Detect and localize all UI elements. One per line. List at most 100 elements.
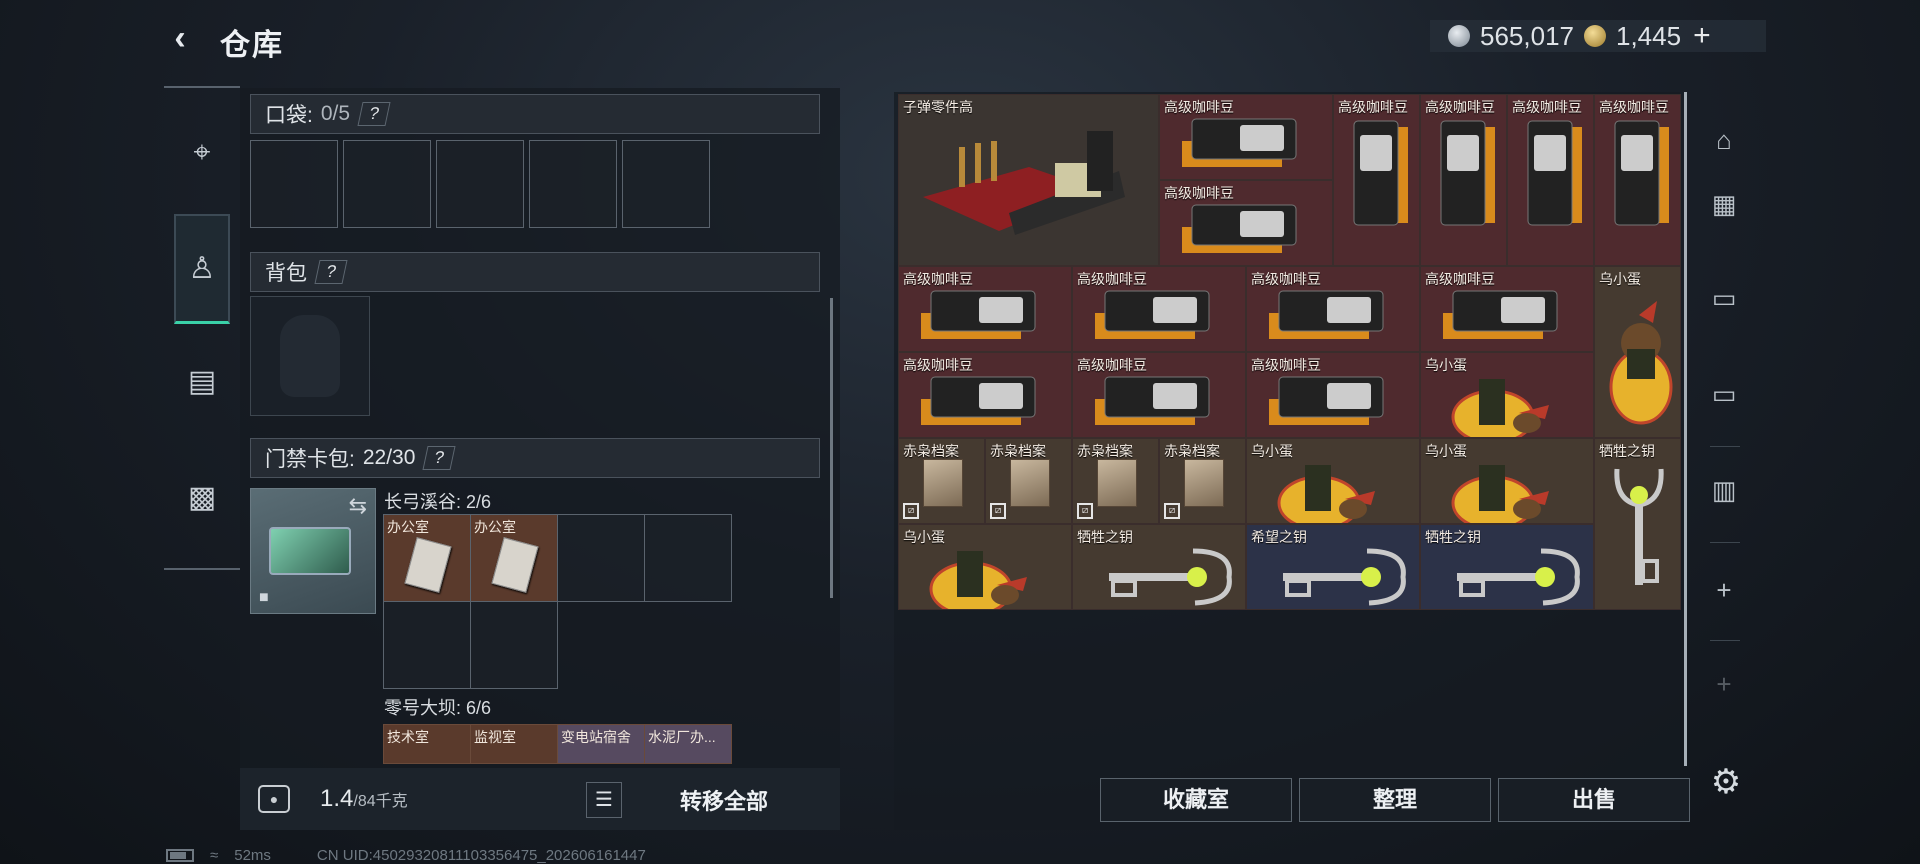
pocket-slot[interactable] [436, 140, 524, 228]
folder-add-iv-icon[interactable]: ▭ [1702, 372, 1746, 416]
transfer-all-button[interactable]: 转移全部 [680, 784, 768, 816]
stash-item[interactable]: ⧄ 赤枭档案 [898, 438, 985, 524]
stash-item-label: 乌小蛋 [1425, 357, 1467, 373]
keycard-slot[interactable]: 办公室 [383, 514, 471, 602]
sell-button[interactable]: 出售 [1498, 778, 1690, 822]
stash-tab-bar: ⌂ ▦ ▭ ▭ ▥ + + [1684, 92, 1752, 830]
inventory-tool-icon[interactable]: ▥ [1702, 468, 1746, 512]
coffee-bag-icon [1524, 117, 1584, 227]
keycard-slot[interactable]: 技术室 [383, 724, 471, 764]
keycard-slot[interactable]: 变电站宿舍 [557, 724, 645, 764]
keycard-slot[interactable]: 水泥厂办... [644, 724, 732, 764]
backpack-slot[interactable] [250, 296, 370, 416]
sort-button[interactable]: 整理 [1299, 778, 1491, 822]
coffee-bag-icon [1178, 113, 1298, 173]
stash-item[interactable]: 高级咖啡豆 [1420, 94, 1507, 266]
ammo-crate-icon [919, 127, 1129, 237]
stash-item-label: 高级咖啡豆 [1425, 99, 1495, 115]
stash-item-label: 赤枭档案 [990, 443, 1046, 459]
keycard-slot[interactable] [470, 601, 558, 689]
pocket-slot[interactable] [343, 140, 431, 228]
stash-item[interactable]: 高级咖啡豆 [1507, 94, 1594, 266]
stash-item[interactable]: 牺牲之钥 [1594, 438, 1681, 610]
stash-item[interactable]: 高级咖啡豆 [1072, 266, 1246, 352]
list-button[interactable]: ☰ [586, 782, 622, 818]
add-tab-icon[interactable]: + [1702, 662, 1746, 706]
stash-scrollbar[interactable] [1684, 92, 1687, 766]
stash-item[interactable]: 乌小蛋 [1594, 266, 1681, 438]
storage-icon[interactable]: ⌂ [1702, 118, 1746, 162]
pocket-count: 0/5 [320, 102, 351, 125]
page-title: 仓库 [220, 29, 284, 62]
keycard-slot[interactable] [557, 514, 645, 602]
pocket-help-button[interactable]: ? [357, 102, 391, 126]
stash-item[interactable]: 高级咖啡豆 [1246, 352, 1420, 438]
backpack-help-button[interactable]: ? [314, 260, 348, 284]
unlock-icon: ⧄ [903, 503, 919, 519]
pocket-slot[interactable] [622, 140, 710, 228]
stash-item-label: 高级咖啡豆 [1164, 99, 1234, 115]
add-tab-icon[interactable]: + [1702, 568, 1746, 612]
stash-item[interactable]: 乌小蛋 [1246, 438, 1420, 524]
stash-item[interactable]: 高级咖啡豆 [1594, 94, 1681, 266]
stash-item[interactable]: ⧄ 赤枭档案 [985, 438, 1072, 524]
collection-room-button[interactable]: 收藏室 [1100, 778, 1292, 822]
stash-item[interactable]: 子弹零件高 [898, 94, 1159, 266]
backpack-icon: ♙ [188, 252, 216, 285]
frame-icon[interactable]: ▦ [1702, 182, 1746, 226]
egg-toy-icon [1449, 375, 1555, 437]
coffee-bag-icon [1611, 117, 1671, 227]
coffee-bag-icon [1350, 117, 1410, 227]
unlock-icon: ⧄ [1164, 503, 1180, 519]
stash-item[interactable]: ⧄ 赤枭档案 [1072, 438, 1159, 524]
stash-item[interactable]: 牺牲之钥 [1420, 524, 1594, 610]
folder-iv-icon[interactable]: ▭ [1702, 276, 1746, 320]
coffee-bag-icon [1091, 371, 1211, 431]
keycard-bag-help-button[interactable]: ? [422, 446, 456, 470]
tab-backpack[interactable]: ♙ [174, 214, 230, 324]
weight-capacity: /84千克 [353, 793, 408, 810]
back-arrow-icon[interactable]: ‹ [162, 20, 198, 56]
gear-icon[interactable]: ⚙ [1708, 764, 1744, 800]
stash-item-label: 高级咖啡豆 [1338, 99, 1408, 115]
pocket-slot[interactable] [250, 140, 338, 228]
status-bar: ≈ 52ms CN UID:450293208111033564​75_2026… [166, 846, 646, 864]
stash-item-label: 赤枭档案 [903, 443, 959, 459]
tab-weapons[interactable]: ⌖ [174, 118, 230, 188]
keycard-slot[interactable]: 办公室 [470, 514, 558, 602]
keycard-bag-header: 门禁卡包: 22/30 ? [250, 438, 820, 478]
stash-item-label: 乌小蛋 [903, 529, 945, 545]
unlock-icon: ⧄ [1077, 503, 1093, 519]
stash-item-label: 希望之钥 [1251, 529, 1307, 545]
keycard-slot[interactable] [644, 514, 732, 602]
stash-item[interactable]: 高级咖啡豆 [1159, 94, 1333, 180]
keycard-slot-label: 办公室 [474, 519, 516, 535]
pocket-slot[interactable] [529, 140, 617, 228]
stash-item[interactable]: 高级咖啡豆 [1420, 266, 1594, 352]
left-scrollbar[interactable] [830, 298, 833, 598]
stash-item[interactable]: 高级咖啡豆 [1159, 180, 1333, 266]
tab-chest-rig[interactable]: ▤ [174, 346, 230, 416]
stash-item-label: 牺牲之钥 [1599, 443, 1655, 459]
stash-item[interactable]: 牺牲之钥 [1072, 524, 1246, 610]
stash-item[interactable]: 乌小蛋 [898, 524, 1072, 610]
stash-item[interactable]: 高级咖啡豆 [898, 266, 1072, 352]
stash-item[interactable]: 高级咖啡豆 [1333, 94, 1420, 266]
stash-item[interactable]: 高级咖啡豆 [898, 352, 1072, 438]
stash-item[interactable]: 希望之钥 [1246, 524, 1420, 610]
keycard-slot[interactable]: 监视室 [470, 724, 558, 764]
tab-toolbox[interactable]: ▩ [174, 462, 230, 532]
stash-item[interactable]: ⧄ 赤枭档案 [1159, 438, 1246, 524]
stash-item[interactable]: 乌小蛋 [1420, 438, 1594, 524]
stash-item[interactable]: 乌小蛋 [1420, 352, 1594, 438]
stash-item[interactable]: 高级咖啡豆 [1246, 266, 1420, 352]
keycard-slot[interactable] [383, 601, 471, 689]
battery-icon [166, 848, 194, 862]
dossier-icon [1184, 459, 1224, 507]
swap-icon[interactable]: ⇆ [349, 493, 367, 519]
add-currency-button[interactable]: + [1693, 19, 1711, 53]
lock-icon: ■ [259, 589, 269, 606]
stash-item[interactable]: 高级咖啡豆 [1072, 352, 1246, 438]
dossier-icon [923, 459, 963, 507]
keycard-bag-item[interactable]: ⇆ ■ [250, 488, 376, 614]
